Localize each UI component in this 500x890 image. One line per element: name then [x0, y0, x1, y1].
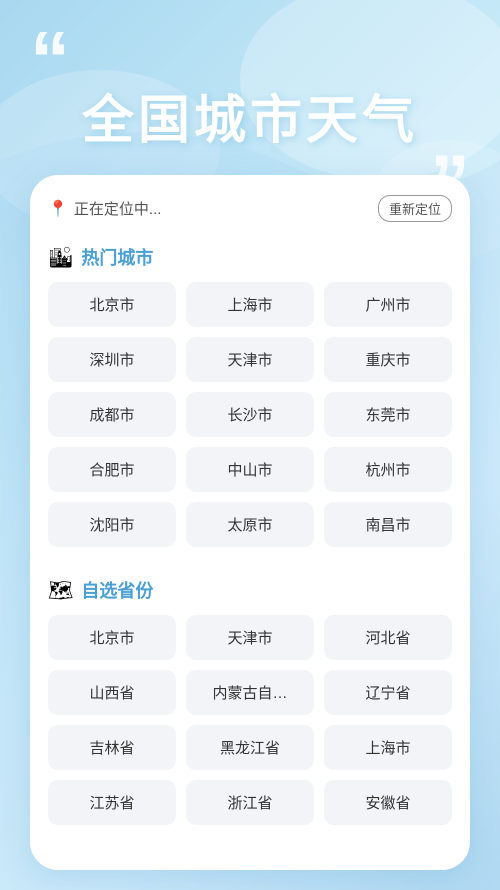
header-area: “ 全国城市天气 “ — [0, 0, 500, 200]
hot-city-button[interactable]: 杭州市 — [324, 447, 452, 492]
hot-city-button[interactable]: 中山市 — [186, 447, 314, 492]
hot-city-button[interactable]: 天津市 — [186, 337, 314, 382]
province-button[interactable]: 吉林省 — [48, 725, 176, 770]
province-button[interactable]: 上海市 — [324, 725, 452, 770]
province-button[interactable]: 山西省 — [48, 670, 176, 715]
province-button[interactable]: 黑龙江省 — [186, 725, 314, 770]
map-icon: 🗺 — [48, 578, 73, 603]
province-section-header: 🗺 自选省份 — [48, 577, 452, 603]
hot-city-button[interactable]: 合肥市 — [48, 447, 176, 492]
hot-city-grid: 北京市上海市广州市深圳市天津市重庆市成都市长沙市东莞市合肥市中山市杭州市沈阳市太… — [48, 282, 452, 547]
location-bar: 📍 正在定位中... 重新定位 — [48, 191, 452, 226]
hot-city-button[interactable]: 广州市 — [324, 282, 452, 327]
hot-city-button[interactable]: 成都市 — [48, 392, 176, 437]
hot-city-button[interactable]: 上海市 — [186, 282, 314, 327]
hot-section-title: 热门城市 — [81, 244, 153, 270]
main-title: 全国城市天气 — [82, 78, 418, 153]
hot-city-button[interactable]: 深圳市 — [48, 337, 176, 382]
province-button[interactable]: 北京市 — [48, 615, 176, 660]
relocate-button[interactable]: 重新定位 — [378, 195, 452, 222]
hot-city-button[interactable]: 南昌市 — [324, 502, 452, 547]
building-icon: 🏙 — [48, 245, 73, 270]
hot-city-button[interactable]: 沈阳市 — [48, 502, 176, 547]
hot-section-header: 🏙 热门城市 — [48, 244, 452, 270]
province-section-title: 自选省份 — [81, 577, 153, 603]
province-button[interactable]: 江苏省 — [48, 780, 176, 825]
province-button[interactable]: 天津市 — [186, 615, 314, 660]
quote-left-icon: “ — [30, 20, 70, 100]
province-button[interactable]: 安徽省 — [324, 780, 452, 825]
hot-city-button[interactable]: 北京市 — [48, 282, 176, 327]
province-grid: 北京市天津市河北省山西省内蒙古自…辽宁省吉林省黑龙江省上海市江苏省浙江省安徽省 — [48, 615, 452, 825]
province-button[interactable]: 浙江省 — [186, 780, 314, 825]
province-button[interactable]: 内蒙古自… — [186, 670, 314, 715]
hot-city-button[interactable]: 太原市 — [186, 502, 314, 547]
location-pin-icon: 📍 — [48, 199, 68, 219]
province-button[interactable]: 辽宁省 — [324, 670, 452, 715]
hot-city-button[interactable]: 重庆市 — [324, 337, 452, 382]
province-button[interactable]: 河北省 — [324, 615, 452, 660]
location-status: 📍 正在定位中... — [48, 198, 161, 219]
hot-city-button[interactable]: 东莞市 — [324, 392, 452, 437]
hot-city-button[interactable]: 长沙市 — [186, 392, 314, 437]
location-text: 正在定位中... — [74, 198, 162, 219]
phone-card: 📍 正在定位中... 重新定位 🏙 热门城市 北京市上海市广州市深圳市天津市重庆… — [30, 175, 470, 870]
